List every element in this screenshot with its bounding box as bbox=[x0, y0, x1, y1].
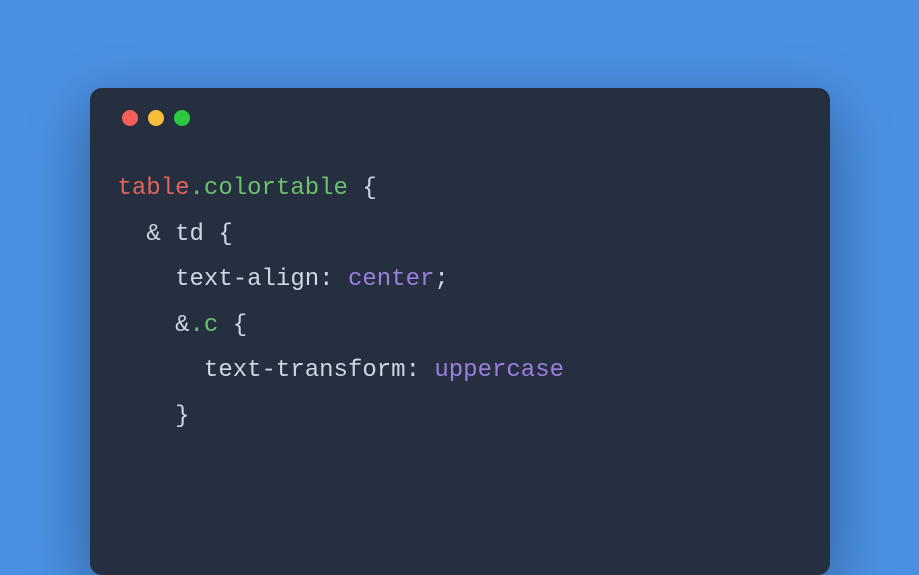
code-token-prop: text-transform bbox=[204, 357, 406, 384]
code-token-punct: : bbox=[406, 357, 435, 384]
code-token-elem: td bbox=[175, 221, 204, 248]
code-token-prop: text-align bbox=[175, 266, 319, 293]
code-token-value: uppercase bbox=[434, 357, 564, 384]
zoom-icon[interactable] bbox=[174, 110, 190, 126]
code-token-class: .colortable bbox=[190, 175, 348, 202]
code-line: text-transform: uppercase bbox=[118, 348, 802, 394]
close-icon[interactable] bbox=[122, 110, 138, 126]
code-token-amp: & bbox=[175, 312, 189, 339]
code-line: & td { bbox=[118, 212, 802, 258]
code-token-brace: { bbox=[218, 312, 247, 339]
minimize-icon[interactable] bbox=[148, 110, 164, 126]
window-traffic-lights bbox=[118, 110, 802, 126]
code-line: } bbox=[118, 394, 802, 440]
code-line: text-align: center; bbox=[118, 257, 802, 303]
code-block: table.colortable { & td { text-align: ce… bbox=[118, 166, 802, 440]
code-line: table.colortable { bbox=[118, 166, 802, 212]
code-token-tag: table bbox=[118, 175, 190, 202]
code-token-amp: & bbox=[146, 221, 160, 248]
code-line: &.c { bbox=[118, 303, 802, 349]
code-token-brace: } bbox=[175, 403, 189, 430]
code-token-punct bbox=[161, 221, 175, 248]
code-token-value: center bbox=[348, 266, 434, 293]
code-token-class: .c bbox=[190, 312, 219, 339]
code-token-punct: : bbox=[319, 266, 348, 293]
code-editor-window: table.colortable { & td { text-align: ce… bbox=[90, 88, 830, 575]
code-token-punct: ; bbox=[434, 266, 448, 293]
code-token-brace: { bbox=[204, 221, 233, 248]
code-token-brace: { bbox=[348, 175, 377, 202]
